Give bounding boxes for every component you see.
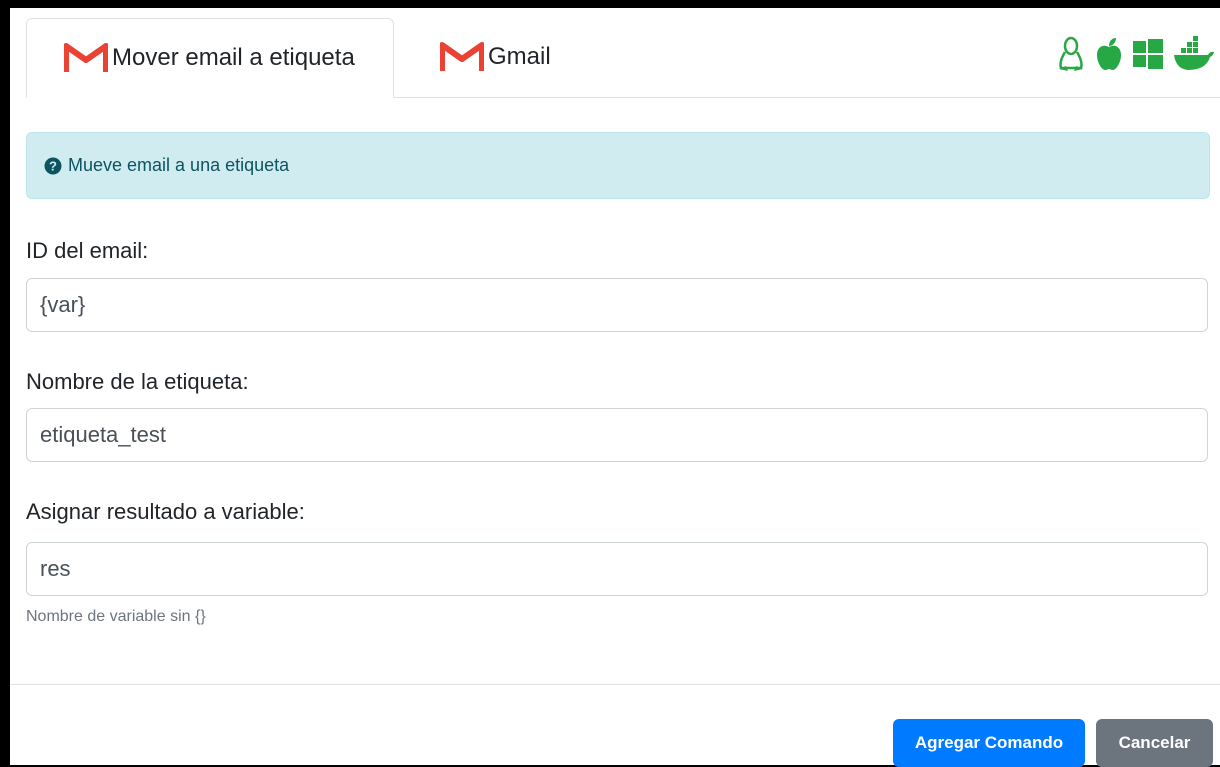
tab-label: Gmail xyxy=(488,42,551,70)
gmail-icon xyxy=(440,41,484,73)
result-var-label: Asignar resultado a variable: xyxy=(26,499,305,524)
svg-text:?: ? xyxy=(49,158,57,173)
alert-text: Mueve email a una etiqueta xyxy=(68,155,290,175)
linux-icon xyxy=(1056,36,1086,72)
tab-bar: Mover email a etiqueta Gmail xyxy=(26,18,1220,98)
apple-icon xyxy=(1094,37,1124,71)
cancel-button[interactable]: Cancelar xyxy=(1096,719,1213,767)
label-name-label: Nombre de la etiqueta: xyxy=(26,369,249,394)
info-alert: ? Mueve email a una etiqueta xyxy=(26,132,1210,199)
modal: Mover email a etiqueta Gmail ? Mueve ema… xyxy=(10,8,1220,767)
tab-gmail[interactable]: Gmail xyxy=(418,18,558,95)
result-var-help: Nombre de variable sin {} xyxy=(26,608,206,625)
tab-label: Mover email a etiqueta xyxy=(112,44,355,71)
os-icons xyxy=(1056,36,1216,72)
gmail-icon xyxy=(64,42,108,74)
tab-mover-email[interactable]: Mover email a etiqueta xyxy=(26,18,394,98)
docker-icon xyxy=(1172,36,1216,72)
label-name-input[interactable] xyxy=(26,408,1208,462)
question-circle-icon: ? xyxy=(44,157,62,175)
add-command-button[interactable]: Agregar Comando xyxy=(893,719,1085,767)
footer-divider xyxy=(10,684,1220,685)
result-var-input[interactable] xyxy=(26,542,1208,596)
email-id-input[interactable] xyxy=(26,278,1208,332)
windows-icon xyxy=(1132,38,1164,70)
email-id-label: ID del email: xyxy=(26,238,149,263)
